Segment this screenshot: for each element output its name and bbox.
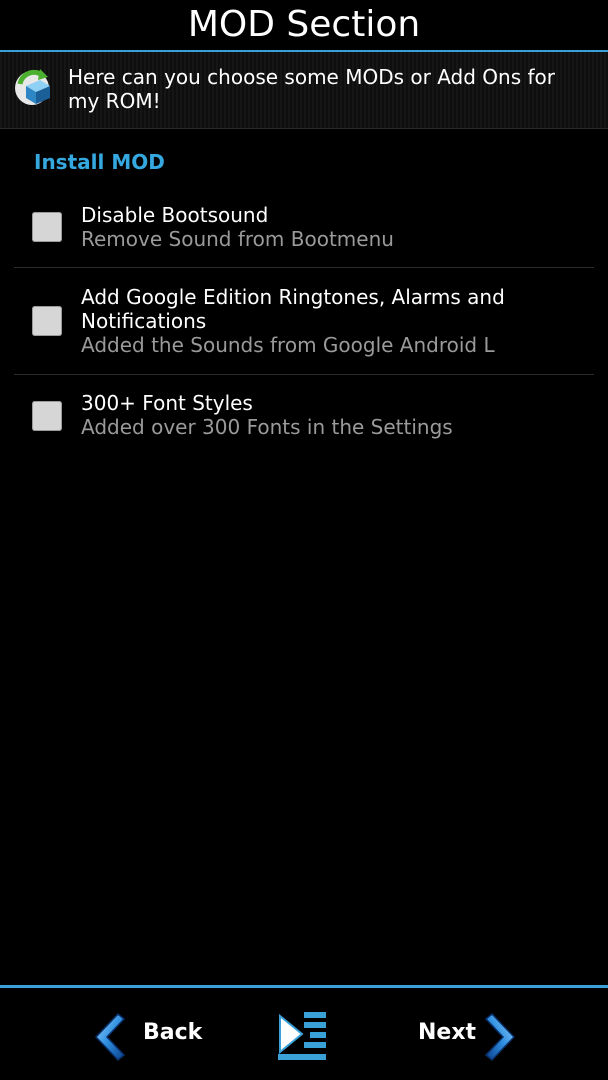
menu-button[interactable] bbox=[276, 1010, 328, 1066]
checkbox-google-sounds[interactable] bbox=[32, 306, 62, 336]
chevron-left-icon bbox=[94, 1012, 126, 1062]
item-label: Disable Bootsound bbox=[81, 203, 269, 227]
back-label: Back bbox=[143, 1020, 203, 1045]
item-label: 300+ Font Styles bbox=[81, 391, 253, 415]
section-header-install-mod: Install MOD bbox=[34, 150, 165, 174]
package-refresh-icon bbox=[15, 69, 50, 105]
item-label: Add Google Edition Ringtones, Alarms and… bbox=[81, 285, 505, 333]
info-banner: Here can you choose some MODs or Add Ons… bbox=[0, 52, 608, 129]
next-label: Next bbox=[418, 1020, 477, 1045]
next-button[interactable]: Next bbox=[418, 1010, 528, 1066]
checkbox-font-styles[interactable] bbox=[32, 401, 62, 431]
item-sublabel: Remove Sound from Bootmenu bbox=[81, 227, 394, 251]
chevron-right-icon bbox=[484, 1012, 516, 1062]
info-text: Here can you choose some MODs or Add Ons… bbox=[68, 65, 555, 113]
back-button[interactable]: Back bbox=[88, 1010, 208, 1066]
mod-item-font-styles[interactable]: 300+ Font Styles Added over 300 Fonts in… bbox=[14, 375, 594, 447]
page-title: MOD Section bbox=[187, 4, 421, 45]
item-sublabel: Added over 300 Fonts in the Settings bbox=[81, 415, 453, 439]
checkbox-bootsound[interactable] bbox=[32, 212, 62, 242]
mod-item-google-sounds[interactable]: Add Google Edition Ringtones, Alarms and… bbox=[14, 268, 594, 374]
title-bar: MOD Section bbox=[0, 0, 608, 50]
item-sublabel: Added the Sounds from Google Android L bbox=[81, 333, 495, 357]
mod-item-bootsound[interactable]: Disable Bootsound Remove Sound from Boot… bbox=[14, 195, 594, 267]
menu-list-icon bbox=[278, 1010, 326, 1064]
